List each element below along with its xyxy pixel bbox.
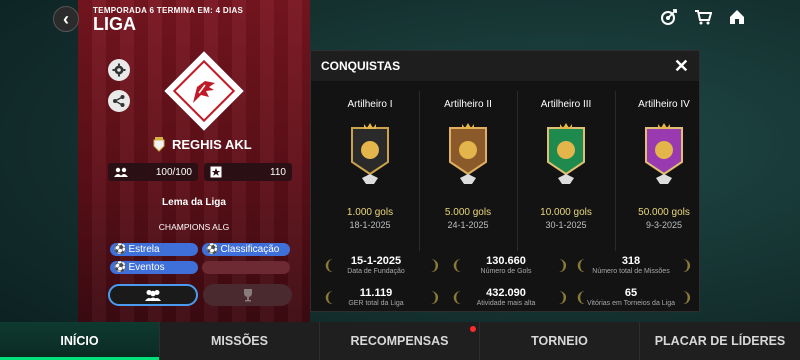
target-icon[interactable] <box>660 8 678 26</box>
achievements-panel: CONQUISTAS ✕ Artilheiro I 1.000 gols 18-… <box>310 50 700 312</box>
league-stats-grid: 15-1-2025 Data de Fundação 130.660 Númer… <box>311 251 699 313</box>
achievement-card[interactable]: Artilheiro IV 50.000 gols 9-3-2025 <box>615 81 713 251</box>
achievement-name: Artilheiro IV <box>638 99 690 110</box>
achievement-date: 18-1-2025 <box>349 220 391 230</box>
trophy-badge-icon <box>348 118 392 188</box>
members-count: 100/100 <box>155 166 192 178</box>
achievement-value: 5.000 gols <box>444 207 492 218</box>
club-name-row: REGHIS AKL <box>152 136 252 152</box>
tab-inicio[interactable]: INÍCIO <box>0 322 160 360</box>
laurel-left-icon: ❨ <box>323 289 335 305</box>
tab-torneio[interactable]: TORNEIO <box>480 322 640 360</box>
stat-tournament-wins: 65 Vitórias em Torneios da Liga <box>586 287 676 307</box>
group-icon <box>145 290 161 301</box>
trophy-badge-icon <box>642 118 686 188</box>
achievement-value: 50.000 gols <box>638 207 690 218</box>
cart-icon[interactable] <box>694 8 712 26</box>
stat-missions: 318 Número total de Missões <box>592 255 670 275</box>
laurel-left-icon: ❨ <box>575 289 587 305</box>
laurel-right-icon: ❩ <box>429 289 441 305</box>
close-icon[interactable]: ✕ <box>674 56 689 77</box>
members-count-box: 100/100 <box>108 163 198 181</box>
eagle-crest-icon <box>166 70 242 114</box>
tab-recompensas[interactable]: RECOMPENSAS <box>320 322 480 360</box>
gear-icon <box>112 63 126 77</box>
ball-icon: ⚽ <box>206 244 219 255</box>
members-icon <box>114 167 128 177</box>
rank-value: 110 <box>270 166 286 178</box>
tab-missoes[interactable]: MISSÕES <box>160 322 320 360</box>
laurel-right-icon: ❩ <box>681 289 693 305</box>
page-title: LIGA <box>93 14 136 34</box>
tab-placar-de-lideres[interactable]: PLACAR DE LÍDERES <box>640 322 800 360</box>
laurel-left-icon: ❨ <box>575 257 587 273</box>
settings-button[interactable] <box>108 59 130 81</box>
achievement-name: Artilheiro I <box>347 99 393 110</box>
achievement-card[interactable]: Artilheiro III 10.000 gols 30-1-2025 <box>517 81 615 251</box>
laurel-right-icon: ❩ <box>429 257 441 273</box>
achievement-value: 10.000 gols <box>540 207 592 218</box>
rank-box: 110 <box>204 163 292 181</box>
motto-title: Lema da Liga <box>162 197 226 208</box>
tag-eventos[interactable]: ⚽ Eventos <box>110 261 198 274</box>
share-icon <box>113 95 125 107</box>
achievement-card[interactable]: Artilheiro II 5.000 gols 24-1-2025 <box>419 81 517 251</box>
tag-classificacao[interactable]: ⚽ Classificação <box>202 243 290 256</box>
laurel-left-icon: ❨ <box>323 257 335 273</box>
trophy-badge-icon <box>446 118 490 188</box>
achievement-name: Artilheiro II <box>444 99 492 110</box>
members-button[interactable] <box>108 284 198 306</box>
achievement-name: Artilheiro III <box>540 99 592 110</box>
achievement-value: 1.000 gols <box>346 207 394 218</box>
notification-dot <box>470 326 476 332</box>
achievement-date: 24-1-2025 <box>447 220 489 230</box>
panel-header: CONQUISTAS ✕ <box>311 51 699 81</box>
bottom-nav: INÍCIO MISSÕES RECOMPENSAS TORNEIO PLACA… <box>0 322 800 360</box>
club-name: REGHIS AKL <box>172 136 252 152</box>
trophy-badge-icon <box>544 118 588 188</box>
laurel-left-icon: ❨ <box>451 257 463 273</box>
motto-text: CHAMPIONS ALG <box>158 222 230 232</box>
top-icons <box>660 8 746 26</box>
stat-goals: 130.660 Número de Gols <box>480 255 532 275</box>
trophy-button[interactable] <box>203 284 292 306</box>
achievement-card[interactable]: Artilheiro I 1.000 gols 18-1-2025 <box>321 81 419 251</box>
achievement-date: 9-3-2025 <box>645 220 683 230</box>
real-madrid-crest-icon <box>153 137 165 152</box>
ball-icon: ⚽ <box>114 244 127 255</box>
trophy-icon <box>243 289 252 302</box>
ball-icon: ⚽ <box>114 262 127 273</box>
panel-title: CONQUISTAS <box>321 59 401 73</box>
laurel-right-icon: ❩ <box>557 289 569 305</box>
share-button[interactable] <box>108 90 130 112</box>
laurel-right-icon: ❩ <box>557 257 569 273</box>
tag-empty-slot <box>202 261 290 274</box>
home-icon[interactable] <box>728 8 746 26</box>
tag-estrela[interactable]: ⚽ Estrela <box>110 243 198 256</box>
achievement-date: 30-1-2025 <box>545 220 587 230</box>
back-button[interactable]: ‹ <box>53 6 79 32</box>
stat-activity: 432.090 Atividade mais alta <box>476 287 536 307</box>
laurel-left-icon: ❨ <box>451 289 463 305</box>
laurel-right-icon: ❩ <box>681 257 693 273</box>
chevron-left-icon: ‹ <box>63 8 69 29</box>
star-badge-icon <box>210 166 222 178</box>
